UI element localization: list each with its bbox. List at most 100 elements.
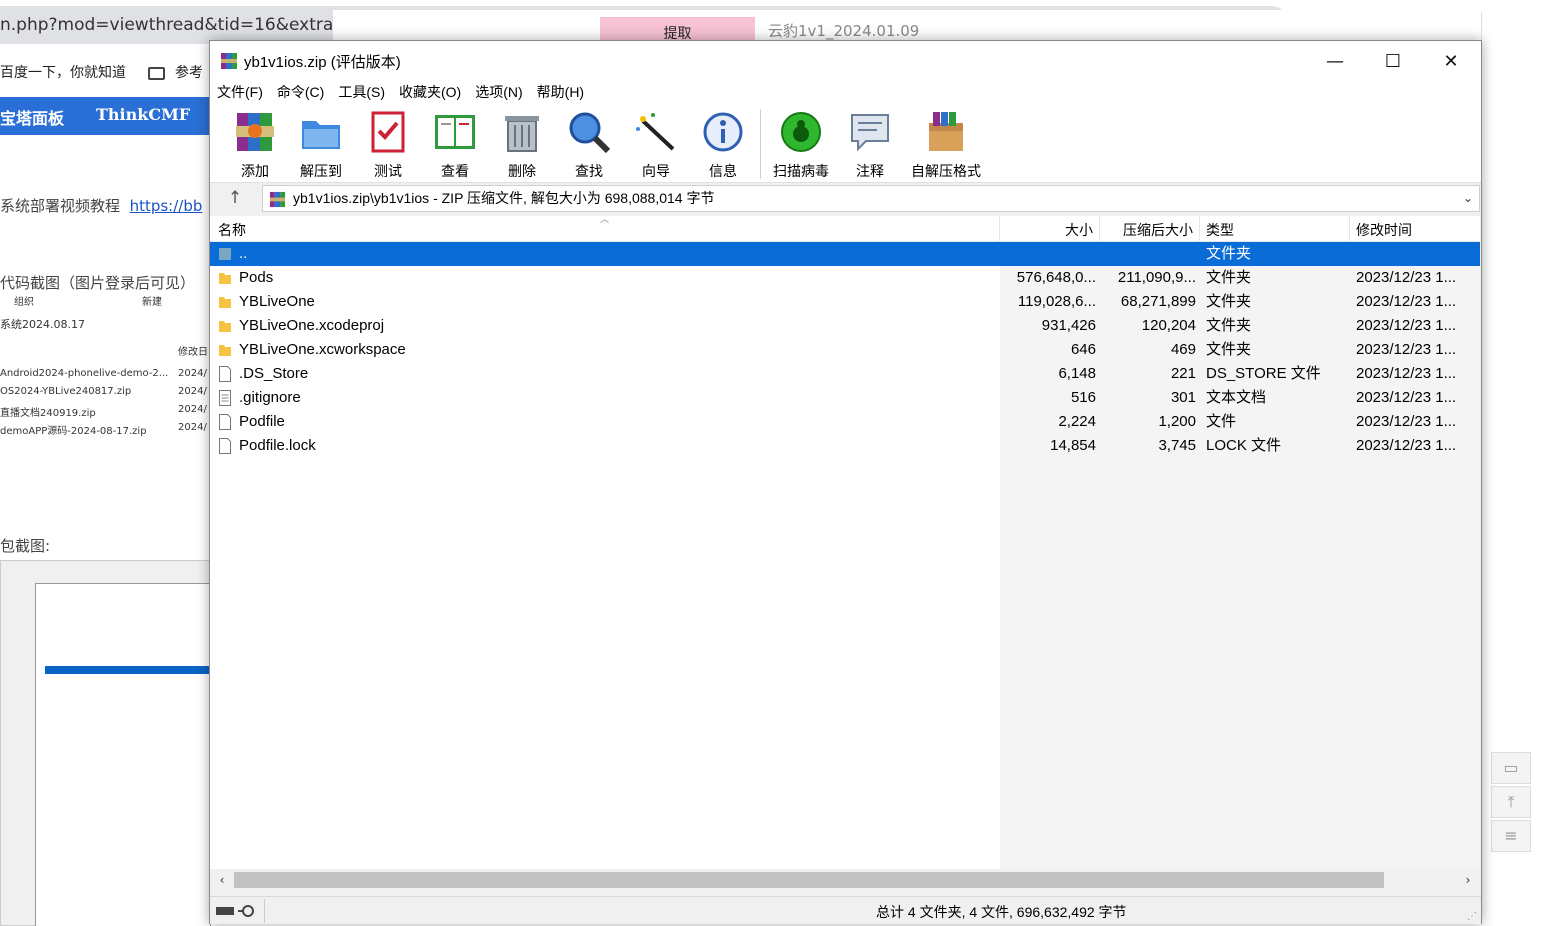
test-button[interactable]: 测试 (362, 109, 414, 181)
archive-icon (269, 191, 286, 208)
row-name: YBLiveOne (239, 293, 315, 310)
bg-date-2: 2024/ (178, 386, 207, 397)
bg-file-3: 直播文档240919.zip (0, 408, 96, 419)
row-name: Podfile.lock (239, 437, 316, 454)
row-modified: 2023/12/23 1... (1356, 437, 1457, 454)
row-packed: 301 (1170, 389, 1196, 406)
banner-item-thinkcmf[interactable]: ThinkCMF (96, 105, 190, 124)
table-row[interactable]: YBLiveOne 119,028,6... 68,271,899 文件夹 2023/1… (210, 290, 1480, 314)
view-icon (435, 115, 475, 149)
chevron-down-icon[interactable]: ⌄ (1463, 186, 1473, 211)
status-bar: 总计 4 文件夹, 4 文件, 696,632,492 字节 ⋰ (210, 896, 1481, 924)
scrollbar-thumb[interactable] (234, 872, 1384, 888)
bg-date-3: 2024/ (178, 404, 207, 415)
bookmarks-bar: 百度一下，你就知道 参考 (0, 56, 203, 88)
address-field[interactable]: yb1v1ios.zip\yb1v1ios - ZIP 压缩文件, 解包大小为 … (262, 185, 1480, 212)
row-modified: 2023/12/23 1... (1356, 365, 1457, 382)
close-button[interactable]: ✕ (1422, 41, 1480, 81)
banner-item-baota[interactable]: 宝塔面板 (0, 105, 64, 129)
row-modified: 2023/12/23 1... (1356, 341, 1457, 358)
file-icon (219, 414, 231, 430)
table-row[interactable]: YBLiveOne.xcodeproj 931,426 120,204 文件夹 2023… (210, 314, 1480, 338)
row-modified: 2023/12/23 1... (1356, 413, 1457, 430)
comment-button[interactable]: 注释 (844, 109, 896, 181)
bookmark-baidu[interactable]: 百度一下，你就知道 (0, 62, 126, 82)
resize-grip-icon[interactable]: ⋰ (1467, 911, 1477, 922)
address-text: yb1v1ios.zip\yb1v1ios - ZIP 压缩文件, 解包大小为 … (293, 190, 715, 206)
forum-banner: 宝塔面板 ThinkCMF (0, 97, 210, 135)
package-screenshot-image (0, 560, 211, 926)
table-row[interactable]: Podfile 2,224 1,200 文件 2023/12/23 1... (210, 410, 1480, 434)
toolbar-separator (760, 109, 761, 179)
folder-icon (219, 345, 231, 356)
row-modified: 2023/12/23 1... (1356, 269, 1457, 286)
row-packed: 120,204 (1141, 317, 1196, 334)
up-arrow-icon[interactable]: ↑ (220, 187, 250, 209)
row-packed: 469 (1170, 341, 1196, 358)
menu-file[interactable]: 文件(F) (210, 82, 270, 102)
table-row[interactable]: Pods 576,648,0... 211,090,9... 文件夹 2023/12/2… (210, 266, 1480, 290)
wizard-icon (636, 113, 675, 151)
row-modified (1356, 242, 1476, 266)
delete-button[interactable]: 删除 (496, 109, 548, 181)
column-type[interactable]: 类型 (1200, 216, 1350, 242)
menu-help[interactable]: 帮助(H) (530, 82, 591, 102)
wizard-button[interactable]: 向导 (630, 109, 682, 181)
sort-up-icon: ︿ (600, 214, 610, 224)
row-size: 516 (1070, 389, 1096, 406)
list-icon[interactable]: ≡ (1491, 820, 1531, 852)
row-type: 文件 (1206, 413, 1237, 430)
behind-window-strip (333, 10, 1557, 43)
maximize-button[interactable]: ☐ (1364, 41, 1422, 81)
row-type: 文件夹 (1206, 317, 1252, 334)
column-modified[interactable]: 修改时间 (1350, 216, 1480, 242)
row-type: 文件夹 (1206, 293, 1252, 310)
row-size: 119,028,6... (1017, 293, 1096, 310)
window-title: yb1v1ios.zip (评估版本) (244, 54, 401, 71)
parent-folder-icon (219, 248, 231, 260)
row-type: DS_STORE 文件 (1206, 365, 1321, 382)
table-row[interactable]: .. 文件夹 (210, 242, 1480, 266)
menu-favorites[interactable]: 收藏夹(O) (392, 82, 468, 102)
menu-tools[interactable]: 工具(S) (331, 82, 392, 102)
column-header-row: 名称 ︿ 大小 压缩后大小 类型 修改时间 (210, 214, 1480, 242)
bg-date-4: 2024/ (178, 422, 207, 433)
row-packed: 68,271,899 (1120, 293, 1196, 310)
winrar-app-icon (221, 53, 237, 69)
info-button[interactable]: 信息 (697, 109, 749, 181)
find-button[interactable]: 查找 (563, 109, 615, 181)
status-divider (264, 899, 265, 923)
sub-label-organize: 组织 (14, 297, 34, 308)
row-name: Podfile (239, 413, 285, 430)
scroll-left-icon[interactable]: ‹ (212, 869, 232, 891)
file-icon (219, 438, 231, 454)
deploy-link[interactable]: https://bb (130, 197, 203, 215)
extract-to-button[interactable]: 解压到 (294, 109, 348, 181)
horizontal-scrollbar[interactable]: ‹ › (210, 869, 1480, 891)
table-row[interactable]: .DS_Store 6,148 221 DS_STORE 文件 2023/12/23 1… (210, 362, 1480, 386)
drive-key-icon[interactable] (214, 902, 264, 920)
table-row[interactable]: Podfile.lock 14,854 3,745 LOCK 文件 2023/12/23… (210, 434, 1480, 458)
comment-icon[interactable]: ▭ (1491, 752, 1531, 784)
title-bar[interactable]: yb1v1ios.zip (评估版本) — ☐ ✕ (210, 41, 1481, 81)
menu-options[interactable]: 选项(N) (468, 82, 529, 102)
menu-command[interactable]: 命令(C) (270, 82, 331, 102)
sfx-button[interactable]: 自解压格式 (906, 109, 986, 181)
sub-label-new: 新建 (142, 297, 162, 308)
virus-scan-button[interactable]: 扫描病毒 (768, 109, 834, 181)
bookmark-folder[interactable]: 参考 (148, 62, 203, 82)
column-packed[interactable]: 压缩后大小 (1100, 216, 1200, 242)
info-icon (703, 112, 743, 152)
view-button[interactable]: 查看 (428, 109, 482, 181)
scroll-right-icon[interactable]: › (1458, 869, 1478, 891)
back-to-top-icon[interactable]: ⤒ (1491, 786, 1531, 818)
row-name: Pods (239, 269, 274, 286)
minimize-button[interactable]: — (1306, 41, 1364, 81)
table-row[interactable]: .gitignore 516 301 文本文档 2023/12/23 1... (210, 386, 1480, 410)
column-size[interactable]: 大小 (1000, 216, 1100, 242)
comment-icon (851, 114, 889, 152)
table-row[interactable]: YBLiveOne.xcworkspace 646 469 文件夹 2023/12/23… (210, 338, 1480, 362)
right-side-panel (1481, 12, 1557, 772)
add-button[interactable]: 添加 (228, 109, 282, 181)
file-list: 名称 ︿ 大小 压缩后大小 类型 修改时间 .. 文件夹 Pods 576,648,0… (210, 214, 1480, 869)
